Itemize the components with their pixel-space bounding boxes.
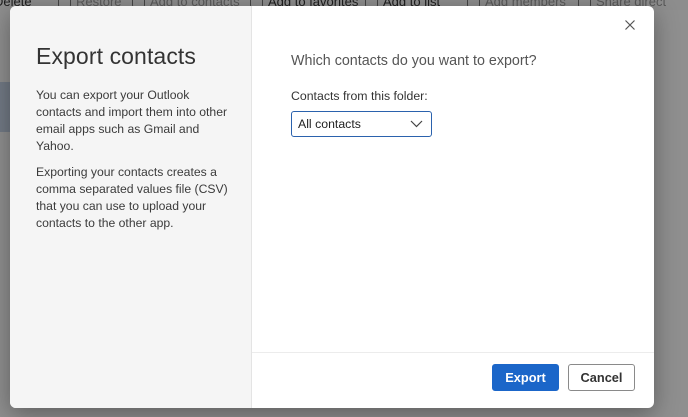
dialog-info-panel: Export contacts You can export your Outl… [10, 6, 252, 408]
dialog-title: Export contacts [36, 43, 197, 69]
description-csv: Exporting your contacts creates a comma … [36, 165, 228, 230]
dialog-footer: Export Cancel [252, 352, 654, 408]
folder-select[interactable]: All contacts [291, 111, 432, 137]
description-export: You can export your Outlook contacts and… [36, 88, 228, 153]
close-button[interactable] [622, 17, 638, 33]
close-icon [625, 20, 635, 30]
export-question: Which contacts do you want to export? [291, 53, 537, 69]
cancel-button[interactable]: Cancel [568, 364, 635, 391]
dialog-form-panel: Which contacts do you want to export? Co… [252, 6, 654, 408]
folder-select-value: All contacts [298, 117, 361, 131]
export-contacts-dialog: Export contacts You can export your Outl… [10, 6, 654, 408]
export-button[interactable]: Export [492, 364, 559, 391]
folder-label: Contacts from this folder: [291, 89, 428, 103]
chevron-down-icon [410, 120, 423, 128]
